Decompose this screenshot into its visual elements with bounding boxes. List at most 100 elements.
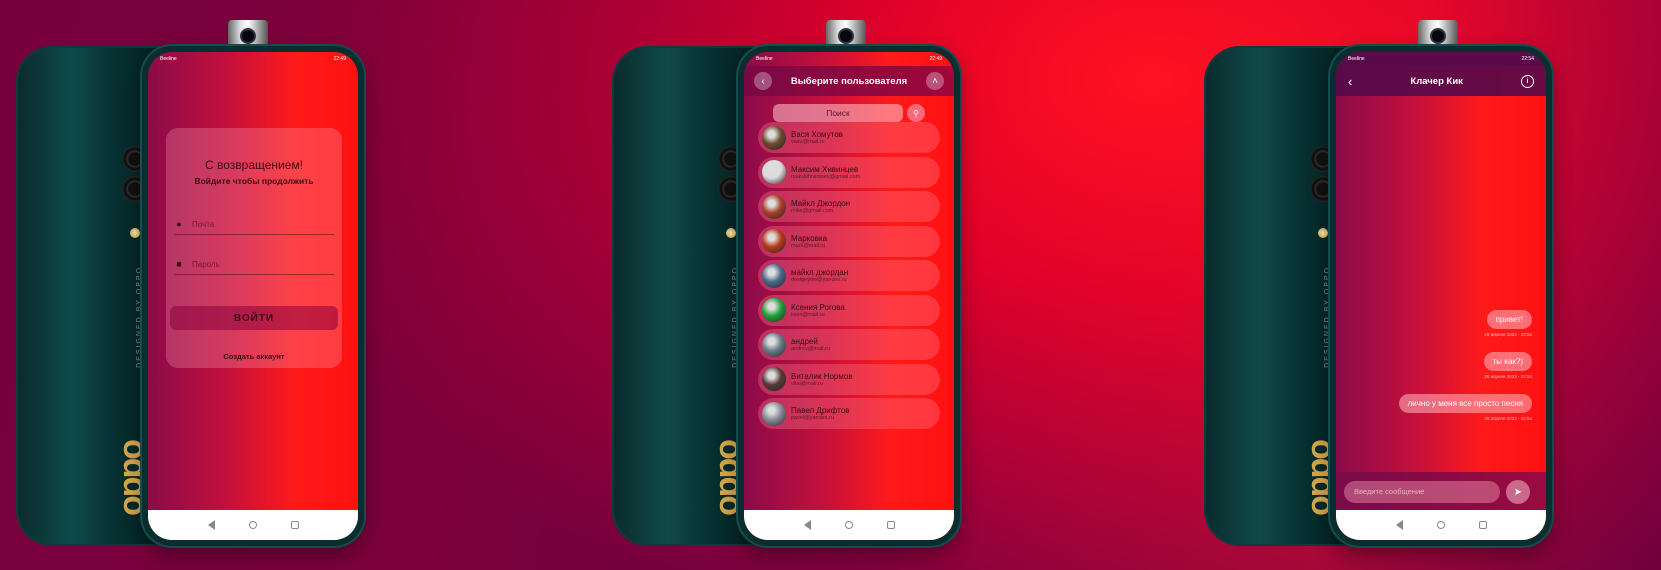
phone-users: DESIGNED BY OPPO oppo Beeline 22:49 ‹ Вы…: [612, 20, 982, 550]
nav-back-icon[interactable]: [803, 520, 811, 530]
nav-home-icon[interactable]: [844, 521, 853, 529]
user-name: Ксения Рогова: [791, 302, 845, 312]
login-title: С возвращением!: [204, 158, 303, 172]
users-screen: Beeline 22:49 ‹ Выберите пользователя ˄ …: [744, 52, 954, 540]
login-button[interactable]: ВОЙТИ: [170, 306, 338, 330]
brand-logo: oppo: [1300, 440, 1338, 516]
brand-logo: oppo: [708, 440, 746, 516]
user-info: Марковка mark@mail.ru: [791, 234, 827, 249]
user-list-item[interactable]: Максим Хивинцев maksikhivintsev@gmail.com: [758, 156, 940, 188]
chat-screen: Beeline 22:54 ‹ Клачер Кик i привет! 28 …: [1336, 52, 1546, 540]
back-icon[interactable]: ‹: [1348, 74, 1352, 89]
nav-recents-icon[interactable]: [886, 521, 895, 529]
flash-icon: [1318, 228, 1328, 238]
carrier-label: Beeline: [756, 56, 773, 62]
avatar: [762, 367, 786, 391]
avatar: [762, 263, 786, 288]
user-name: Максим Хивинцев: [791, 164, 859, 174]
login-card: С возвращением! Войдите чтобы продолжить…: [166, 128, 342, 368]
user-info: Ксения Рогова ksen@mail.ru: [791, 303, 845, 318]
user-info: Виталик Нормов vital@mail.ru: [791, 372, 853, 387]
flash-icon: [726, 228, 736, 238]
brand-logo: oppo: [112, 440, 150, 516]
message-bubble: лично у меня все просто песня: [1398, 394, 1532, 413]
message-time: 28 апреля 2023 - 22:54: [1484, 416, 1532, 421]
password-field[interactable]: ■ Пароль: [174, 254, 334, 275]
email-placeholder: Почта: [192, 219, 215, 229]
email-field[interactable]: ● Почта: [174, 214, 334, 235]
phone-front: Beeline 22:49 ‹ Выберите пользователя ˄ …: [738, 46, 960, 546]
avatar: [762, 332, 786, 357]
nav-bar: [744, 510, 954, 540]
user-email: mike@gmail.com: [791, 208, 834, 214]
carrier-label: Beeline: [1348, 56, 1365, 62]
user-info: андрей andrey@mail.ru: [791, 337, 830, 352]
message-time: 28 апреля 2023 - 22:53: [1484, 374, 1532, 379]
user-info: Павел Дрифтов pavel@yandex.ru: [791, 406, 849, 421]
info-icon[interactable]: i: [1520, 74, 1534, 88]
phone-front: Beeline 22:49 С возвращением! Войдите чт…: [142, 46, 364, 546]
nav-home-icon[interactable]: [248, 521, 257, 529]
user-list-item[interactable]: майкл джордан dwdgeydw@yandex.ru: [758, 260, 940, 291]
nav-back-icon[interactable]: [1395, 520, 1403, 530]
user-email: mark@mail.ru: [791, 242, 826, 249]
nav-recents-icon[interactable]: [290, 521, 299, 529]
phone-front: Beeline 22:54 ‹ Клачер Кик i привет! 28 …: [1330, 46, 1552, 546]
search-icon[interactable]: ⚲: [907, 104, 925, 122]
user-list-item[interactable]: Павел Дрифтов pavel@yandex.ru: [758, 398, 940, 429]
avatar: [762, 298, 786, 322]
user-list: Вася Хомутов vasu@mail.ru Максим Хивинцев m…: [758, 122, 940, 433]
user-info: Вася Хомутов vasu@mail.ru: [791, 130, 843, 145]
user-info: Майкл Джордон mike@gmail.com: [791, 199, 850, 214]
avatar: [762, 401, 786, 426]
flash-icon: [130, 228, 140, 238]
nav-recents-icon[interactable]: [1478, 521, 1487, 529]
page-title: Выберите пользователя: [790, 75, 908, 87]
user-name: Вася Хомутов: [791, 130, 843, 139]
lock-icon: ■: [176, 259, 182, 269]
nav-bar: [148, 510, 358, 540]
message-time: 28 апреля 2023 - 22:53: [1484, 332, 1532, 337]
message-bubble: привет!: [1486, 310, 1532, 329]
clock: 22:49: [929, 56, 942, 62]
nav-back-icon[interactable]: [207, 520, 215, 530]
avatar: [762, 125, 786, 150]
message-input[interactable]: Введите сообщение: [1344, 481, 1500, 503]
chat-title: Клачер Кик: [1410, 75, 1463, 87]
user-list-item[interactable]: андрей andrey@mail.ru: [758, 329, 940, 360]
phone-login: DESIGNED BY OPPO oppo Beeline 22:49 С во…: [16, 20, 386, 550]
user-name: майкл джордан: [791, 268, 849, 277]
nav-home-icon[interactable]: [1436, 521, 1445, 529]
user-list-item[interactable]: Ксения Рогова ksen@mail.ru: [758, 294, 940, 326]
user-email: pavel@yandex.ru: [791, 415, 834, 421]
user-email: dwdgeydw@yandex.ru: [791, 277, 847, 283]
user-name: Павел Дрифтов: [791, 406, 850, 415]
search-input[interactable]: Поиск: [773, 104, 903, 122]
create-account-link[interactable]: Создать аккаунт: [166, 352, 342, 361]
user-info: Максим Хивинцев maksikhivintsev@gmail.com: [791, 165, 860, 180]
clock: 22:54: [1521, 56, 1534, 62]
user-email: vasu@mail.ru: [791, 139, 825, 145]
user-list-item[interactable]: Марковка mark@mail.ru: [758, 225, 940, 257]
password-placeholder: Пароль: [192, 259, 220, 269]
avatar: [762, 194, 786, 219]
user-email: andrey@mail.ru: [791, 346, 830, 352]
collapse-icon[interactable]: ˄: [925, 72, 944, 90]
user-list-item[interactable]: Виталик Нормов vital@mail.ru: [758, 363, 940, 395]
user-name: Марковка: [791, 233, 828, 243]
phone-chat: DESIGNED BY OPPO oppo Beeline 22:54 ‹ Кл…: [1204, 20, 1574, 550]
carrier-label: Beeline: [160, 56, 177, 62]
user-info: майкл джордан dwdgeydw@yandex.ru: [791, 268, 848, 283]
user-email: maksikhivintsev@gmail.com: [791, 173, 861, 180]
message-composer: Введите сообщение ➤: [1336, 472, 1546, 510]
users-header: ‹ Выберите пользователя ˄: [744, 66, 954, 96]
send-icon[interactable]: ➤: [1506, 480, 1530, 504]
user-email: vital@mail.ru: [791, 380, 823, 387]
search-row: Поиск ⚲: [744, 104, 954, 122]
user-list-item[interactable]: Майкл Джордон mike@gmail.com: [758, 191, 940, 222]
login-subtitle: Войдите чтобы продолжить: [194, 176, 314, 186]
login-screen: Beeline 22:49 С возвращением! Войдите чт…: [148, 52, 358, 540]
user-list-item[interactable]: Вася Хомутов vasu@mail.ru: [758, 122, 940, 153]
avatar: [762, 160, 786, 184]
back-icon[interactable]: ‹: [754, 72, 772, 90]
